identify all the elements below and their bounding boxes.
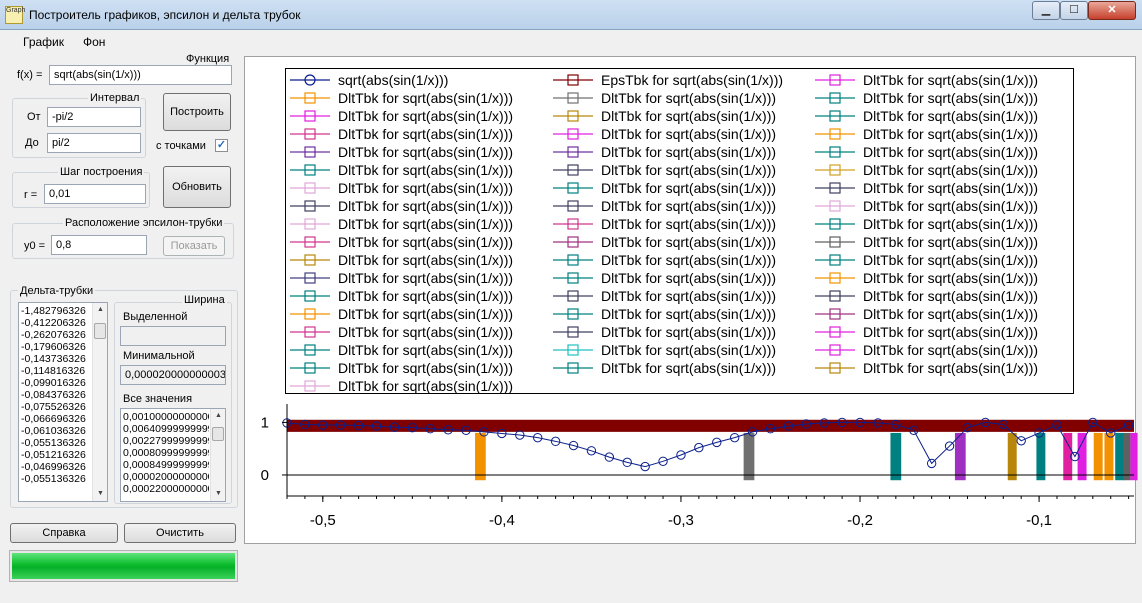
delta-tube-bar [1007, 432, 1017, 481]
y-tick-label: 1 [261, 414, 269, 431]
delta-tube-bar [1123, 432, 1131, 481]
delta-tube-bar [743, 432, 755, 481]
delta-tube-bar [475, 432, 486, 481]
y-tick-label: 0 [261, 467, 269, 484]
delta-tube-bar [1093, 432, 1103, 481]
delta-tube-bar [1130, 432, 1138, 481]
delta-tube-bar [1036, 432, 1046, 481]
x-tick-label: -0,2 [847, 512, 873, 529]
x-tick-label: -0,1 [1026, 512, 1052, 529]
delta-tube-bar [890, 432, 902, 481]
x-tick-label: -0,3 [668, 512, 694, 529]
x-tick-label: -0,4 [489, 512, 515, 529]
delta-tube-bar [954, 432, 966, 481]
x-tick-label: -0,5 [310, 512, 336, 529]
delta-tube-bar [1104, 432, 1114, 481]
delta-tube-bar [1115, 432, 1125, 481]
chart-plot: -0,5 -0,4 -0,3 -0,2 -0,1 0 1 [261, 404, 1138, 529]
